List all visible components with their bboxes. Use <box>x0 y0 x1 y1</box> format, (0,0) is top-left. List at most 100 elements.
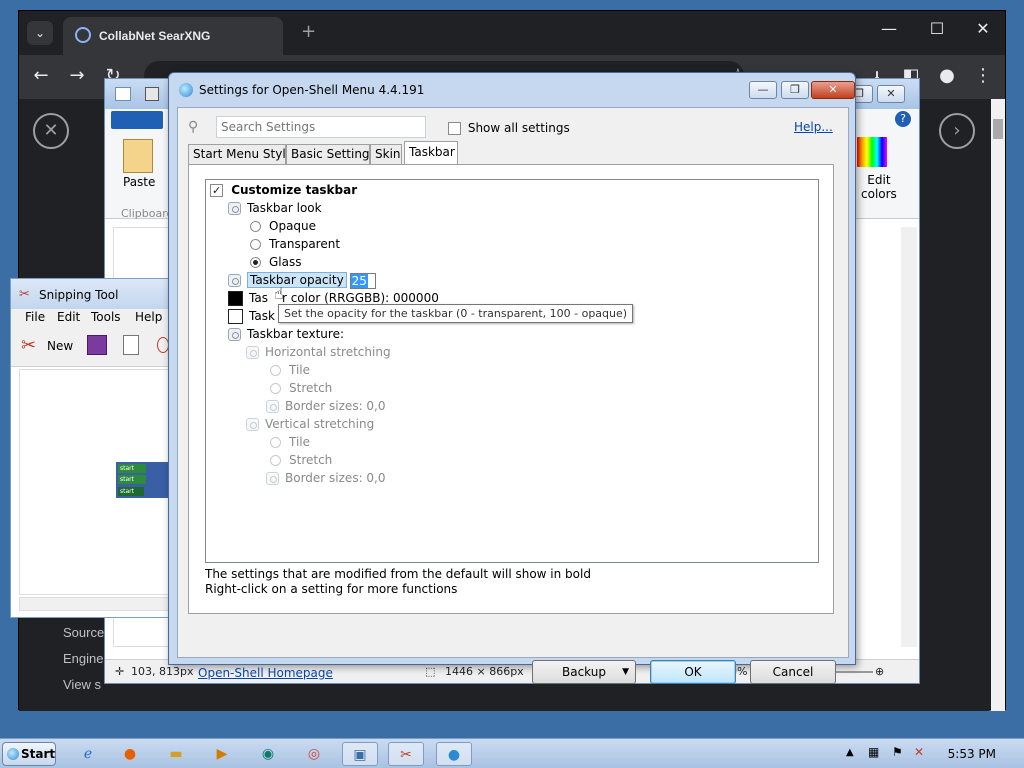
paste-label[interactable]: Paste <box>123 175 155 189</box>
menu-tools[interactable]: Tools <box>91 310 121 324</box>
network-icon[interactable]: ▦ <box>868 745 879 759</box>
close-button[interactable]: ✕ <box>963 19 1003 38</box>
new-tab-button[interactable]: + <box>301 21 316 42</box>
dialog-minimize-button[interactable]: — <box>749 81 777 99</box>
tree-customize-taskbar[interactable]: Customize taskbar <box>210 181 357 200</box>
tab-search-button[interactable]: ⌄ <box>27 21 53 45</box>
menu-edit[interactable]: Edit <box>57 310 80 324</box>
snipping-titlebar: ✂ Snipping Tool <box>11 279 169 309</box>
note-right-click: Right-click on a setting for more functi… <box>205 582 458 596</box>
menu-file[interactable]: File <box>25 310 45 324</box>
radio-transparent-circle[interactable] <box>250 239 261 250</box>
new-snip-icon[interactable]: ✂ <box>21 335 36 356</box>
ok-button[interactable]: OK <box>650 660 736 684</box>
clock[interactable]: 5:53 PM <box>948 747 996 761</box>
forward-button[interactable]: → <box>63 65 91 86</box>
show-all-checkbox[interactable] <box>448 122 461 135</box>
browser-tab[interactable]: CollabNet SearXNG <box>63 17 283 55</box>
edit-colors-icon[interactable] <box>857 137 887 167</box>
radio-v-stretch-circle[interactable] <box>270 455 281 466</box>
tree-v-border-sizes[interactable]: Border sizes: 0,0 <box>266 469 386 487</box>
homepage-link[interactable]: Open-Shell Homepage <box>198 666 333 680</box>
radio-v-tile-circle[interactable] <box>270 437 281 448</box>
open-shell-taskbar-icon[interactable]: ● <box>436 742 472 766</box>
save-snip-icon[interactable] <box>87 335 107 355</box>
paste-icon[interactable] <box>123 139 153 173</box>
close-circle-icon[interactable]: ✕ <box>33 113 69 149</box>
color-swatch[interactable] <box>228 291 243 306</box>
help-link[interactable]: Help... <box>794 120 833 134</box>
radio-h-stretch[interactable]: Stretch <box>270 379 332 397</box>
dialog-title: Settings for Open-Shell Menu 4.4.191 <box>199 83 425 97</box>
radio-h-tile-circle[interactable] <box>270 365 281 376</box>
opacity-input[interactable]: 25 <box>349 272 376 289</box>
ie-icon[interactable]: ℯ <box>70 742 106 766</box>
zoom-in-icon[interactable]: ⊕ <box>875 665 884 678</box>
next-circle-icon[interactable]: › <box>939 113 975 149</box>
help-icon[interactable]: ? <box>895 111 911 127</box>
save-icon[interactable] <box>145 87 159 101</box>
snip-hscrollbar[interactable] <box>19 597 169 611</box>
paint-taskbar-icon[interactable]: ▣ <box>342 742 378 766</box>
cancel-button[interactable]: Cancel <box>750 660 836 684</box>
radio-glass-circle[interactable] <box>250 257 261 268</box>
radio-v-stretch[interactable]: Stretch <box>270 451 332 469</box>
menu-help[interactable]: Help <box>135 310 162 324</box>
settings-tree: Customize taskbar Taskbar look Opaque Tr… <box>205 179 819 563</box>
copy-icon[interactable] <box>123 335 139 355</box>
scrollbar-thumb[interactable] <box>993 119 1003 139</box>
search-input[interactable] <box>216 116 426 138</box>
back-button[interactable]: ← <box>27 65 55 86</box>
app-icon[interactable]: ◉ <box>250 742 286 766</box>
tree-horizontal-stretching[interactable]: Horizontal stretching <box>246 343 391 361</box>
paint-close-button[interactable]: ✕ <box>877 85 905 103</box>
chrome-icon[interactable]: ◎ <box>296 742 332 766</box>
radio-transparent[interactable]: Transparent <box>250 235 340 253</box>
tab-start-menu-style[interactable]: Start Menu Style <box>188 144 293 164</box>
show-all-label[interactable]: Show all settings <box>468 121 570 135</box>
dialog-maximize-button[interactable]: ❐ <box>781 81 809 99</box>
tray-expand-icon[interactable]: ▲ <box>846 747 854 758</box>
dialog-close-button[interactable]: ✕ <box>811 81 855 99</box>
show-all-settings[interactable]: Show all settings <box>448 121 570 135</box>
file-menu-button[interactable] <box>111 111 163 129</box>
browser-scrollbar[interactable] <box>991 99 1005 711</box>
flag-icon[interactable]: ⚑ <box>892 745 903 759</box>
minimize-button[interactable]: — <box>869 19 909 38</box>
tab-skin[interactable]: Skin <box>370 144 402 164</box>
paint-scrollbar[interactable] <box>901 227 917 647</box>
tree-taskbar-opacity[interactable]: Taskbar opacity 25 <box>228 271 376 289</box>
firefox-icon[interactable]: ● <box>112 742 148 766</box>
start-button[interactable]: Start <box>2 742 56 766</box>
tree-taskbar-text-color[interactable]: Task <box>228 307 275 325</box>
backup-button[interactable]: Backup ▼ <box>532 660 636 684</box>
customize-label[interactable]: Customize taskbar <box>231 183 357 197</box>
opacity-value[interactable]: 25 <box>350 273 368 288</box>
bg-text-view[interactable]: View s <box>63 677 101 692</box>
text-color-swatch[interactable] <box>228 309 243 324</box>
tab-taskbar[interactable]: Taskbar <box>404 141 458 164</box>
tree-taskbar-look[interactable]: Taskbar look <box>228 199 322 217</box>
new-snip-label[interactable]: New <box>47 339 73 353</box>
folder-icon[interactable]: ▬ <box>158 742 194 766</box>
radio-v-tile[interactable]: Tile <box>270 433 310 451</box>
radio-opaque-circle[interactable] <box>250 221 261 232</box>
radio-h-stretch-circle[interactable] <box>270 383 281 394</box>
browser-menu-icon[interactable]: ⋮ <box>969 65 997 86</box>
tree-taskbar-texture[interactable]: Taskbar texture: <box>228 325 344 343</box>
snipping-taskbar-icon[interactable]: ✂ <box>388 742 424 766</box>
tab-basic-settings[interactable]: Basic Settings <box>286 144 376 164</box>
tree-vertical-stretching[interactable]: Vertical stretching <box>246 415 374 433</box>
media-player-icon[interactable]: ▶ <box>204 742 240 766</box>
opacity-label[interactable]: Taskbar opacity <box>247 272 347 288</box>
customize-checkbox[interactable] <box>210 182 223 200</box>
maximize-button[interactable]: ☐ <box>917 19 957 38</box>
radio-opaque[interactable]: Opaque <box>250 217 316 235</box>
radio-h-tile[interactable]: Tile <box>270 361 310 379</box>
volume-muted-icon[interactable]: ✕ <box>914 745 924 759</box>
edit-colors-label[interactable]: Edit colors <box>861 173 897 201</box>
profile-icon[interactable]: ● <box>933 65 961 86</box>
tree-h-border-sizes[interactable]: Border sizes: 0,0 <box>266 397 386 415</box>
radio-glass[interactable]: Glass <box>250 253 302 271</box>
open-shell-icon <box>179 83 193 97</box>
